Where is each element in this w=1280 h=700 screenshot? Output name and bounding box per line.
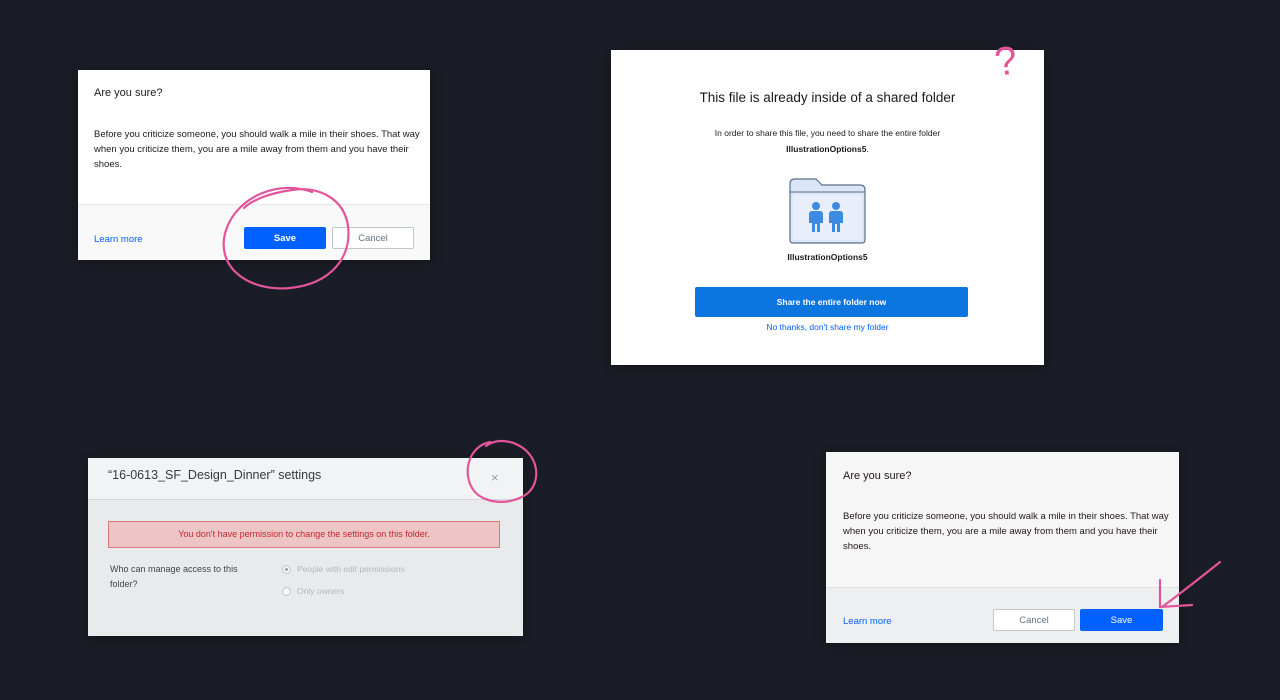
folder-settings-dialog: “16-0613_SF_Design_Dinner” settings × Yo… — [88, 458, 523, 636]
shared-folder-icon — [789, 178, 866, 244]
folder-name-inline: IllustrationOptions5 — [786, 144, 867, 154]
dialog-footer: Learn more Save Cancel — [78, 204, 430, 260]
confirm-dialog-top-left: Are you sure? Before you criticize someo… — [78, 70, 430, 260]
learn-more-link[interactable]: Learn more — [843, 616, 892, 627]
dialog-title: Are you sure? — [94, 87, 163, 99]
confirm-dialog-bottom-right: Are you sure? Before you criticize someo… — [826, 452, 1179, 643]
folder-label: IllustrationOptions5 — [787, 252, 868, 262]
learn-more-link[interactable]: Learn more — [94, 234, 143, 245]
share-folder-button[interactable]: Share the entire folder now — [695, 287, 968, 317]
dialog-subtitle: In order to share this file, you need to… — [714, 128, 941, 154]
dialog-title: This file is already inside of a shared … — [699, 90, 956, 105]
permission-alert: You don't have permission to change the … — [108, 521, 500, 548]
dialog-header: “16-0613_SF_Design_Dinner” settings × — [88, 458, 523, 500]
radio-selected-icon — [282, 564, 291, 574]
manage-access-label: Who can manage access to this folder? — [110, 564, 238, 589]
radio-option-edit-permissions[interactable]: People with edit permissions — [282, 564, 405, 574]
dialog-body: Before you criticize someone, you should… — [94, 129, 420, 170]
radio-option-only-owners[interactable]: Only owners — [282, 586, 344, 596]
radio-label: People with edit permissions — [297, 564, 405, 574]
save-button[interactable]: Save — [244, 227, 326, 249]
subtitle-text: In order to share this file, you need to… — [714, 128, 941, 138]
dialog-title: Are you sure? — [843, 470, 912, 482]
dialog-body: Before you criticize someone, you should… — [843, 511, 1169, 552]
shared-folder-dialog: This file is already inside of a shared … — [611, 50, 1044, 365]
close-icon[interactable]: × — [491, 470, 499, 485]
cancel-button[interactable]: Cancel — [993, 609, 1075, 631]
decline-share-link[interactable]: No thanks, don't share my folder — [611, 322, 1044, 332]
radio-label: Only owners — [297, 586, 345, 596]
dialog-footer: Learn more Cancel Save — [826, 587, 1179, 643]
save-button[interactable]: Save — [1080, 609, 1163, 631]
dialog-title: “16-0613_SF_Design_Dinner” settings — [108, 468, 322, 482]
radio-unselected-icon — [282, 586, 291, 596]
cancel-button[interactable]: Cancel — [332, 227, 414, 249]
